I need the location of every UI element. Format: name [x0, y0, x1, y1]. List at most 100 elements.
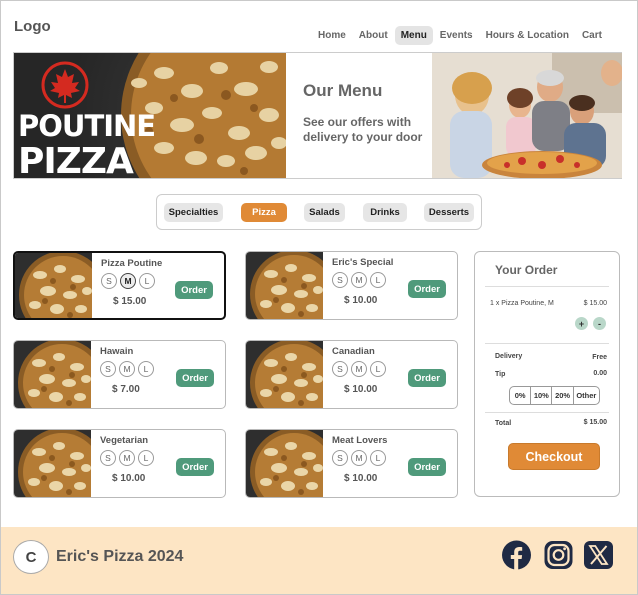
hero-subtitle: See our offers with delivery to your doo… — [303, 115, 423, 144]
nav-about[interactable]: About — [353, 26, 394, 45]
nav-menu[interactable]: Menu — [394, 25, 433, 45]
main-nav: Home About Menu Events Hours & Location … — [312, 25, 609, 45]
site-logo[interactable]: Logo — [14, 18, 51, 35]
checkout-button[interactable]: Checkout — [508, 443, 600, 470]
order-line-item: 1 x Pizza Poutine, M — [490, 300, 554, 307]
pizza-thumbnail — [15, 253, 92, 318]
size-option-l[interactable]: L — [138, 361, 154, 377]
size-option-m[interactable]: M — [120, 273, 136, 289]
order-divider — [485, 343, 609, 344]
family-photo — [432, 53, 622, 178]
size-selector: S M L — [101, 273, 158, 289]
menu-item-name: Vegetarian — [100, 435, 149, 446]
menu-item-price: $ 15.00 — [113, 296, 147, 307]
nav-cart[interactable]: Cart — [576, 26, 608, 45]
size-option-m[interactable]: M — [119, 361, 135, 377]
size-option-l[interactable]: L — [370, 272, 386, 288]
size-option-m[interactable]: M — [351, 450, 367, 466]
tip-option-20[interactable]: 20% — [552, 387, 574, 404]
order-button[interactable]: Order — [175, 281, 213, 299]
order-button[interactable]: Order — [176, 458, 214, 476]
brand-word-pizza: PIZZA — [18, 141, 134, 178]
tip-option-other[interactable]: Other — [574, 387, 599, 404]
maple-leaf-logo-icon — [41, 61, 89, 109]
total-value: $ 15.00 — [583, 419, 607, 426]
hero-banner: POUTINE PIZZA Our Menu See our offers wi… — [13, 52, 622, 179]
menu-item-price: $ 10.00 — [344, 473, 378, 484]
size-option-m[interactable]: M — [119, 450, 135, 466]
menu-item-price: $ 10.00 — [344, 295, 378, 306]
order-divider — [485, 286, 609, 287]
footer-logo[interactable]: C — [13, 540, 49, 574]
size-option-s[interactable]: S — [332, 450, 348, 466]
menu-item-price: $ 10.00 — [112, 473, 146, 484]
order-button[interactable]: Order — [408, 458, 446, 476]
order-button[interactable]: Order — [408, 280, 446, 298]
menu-item-name: Canadian — [332, 346, 375, 357]
brand-word-poutine: POUTINE — [18, 109, 156, 143]
tip-selector: 0% 10% 20% Other — [509, 386, 600, 405]
hero-title: Our Menu — [303, 81, 383, 100]
tab-specialties[interactable]: Specialties — [164, 203, 223, 222]
menu-card[interactable]: Vegetarian S M L $ 10.00 Order — [13, 429, 226, 498]
footer-copyright: Eric's Pizza 2024 — [56, 548, 184, 565]
menu-card[interactable]: Meat Lovers S M L $ 10.00 Order — [245, 429, 458, 498]
order-line-price: $ 15.00 — [583, 300, 607, 307]
menu-item-name: Meat Lovers — [332, 435, 388, 446]
tab-salads[interactable]: Salads — [304, 203, 345, 222]
family-eating-pizza-image — [432, 53, 622, 178]
tab-desserts[interactable]: Desserts — [424, 203, 474, 222]
size-option-m[interactable]: M — [351, 272, 367, 288]
instagram-icon[interactable] — [543, 540, 574, 570]
x-icon[interactable] — [583, 540, 614, 570]
tip-option-10[interactable]: 10% — [531, 387, 553, 404]
nav-events[interactable]: Events — [434, 26, 479, 45]
order-button[interactable]: Order — [408, 369, 446, 387]
facebook-icon[interactable] — [501, 540, 532, 570]
menu-item-price: $ 7.00 — [112, 384, 140, 395]
menu-item-name: Eric's Special — [332, 257, 394, 268]
pizza-thumbnail — [246, 252, 323, 319]
delivery-value: Free — [592, 354, 607, 361]
total-label: Total — [495, 420, 512, 427]
size-option-l[interactable]: L — [370, 450, 386, 466]
pizza-thumbnail — [14, 341, 91, 408]
nav-home[interactable]: Home — [312, 26, 352, 45]
tip-label: Tip — [495, 371, 506, 378]
menu-card[interactable]: Eric's Special S M L $ 10.00 Order — [245, 251, 458, 320]
pizza-thumbnail — [246, 341, 323, 408]
menu-item-name: Pizza Poutine — [101, 258, 163, 269]
size-option-s[interactable]: S — [101, 273, 117, 289]
tab-drinks[interactable]: Drinks — [363, 203, 407, 222]
menu-card[interactable]: Hawain S M L $ 7.00 Order — [13, 340, 226, 409]
pizza-thumbnail — [14, 430, 91, 497]
size-option-s[interactable]: S — [332, 272, 348, 288]
size-option-l[interactable]: L — [138, 450, 154, 466]
delivery-label: Delivery — [495, 353, 523, 360]
footer: C Eric's Pizza 2024 — [1, 527, 637, 594]
size-option-s[interactable]: S — [100, 361, 116, 377]
size-selector: S M L — [332, 450, 389, 466]
tab-pizza[interactable]: Pizza — [241, 203, 287, 222]
menu-card[interactable]: Canadian S M L $ 10.00 Order — [245, 340, 458, 409]
menu-item-name: Hawain — [100, 346, 134, 357]
size-option-s[interactable]: S — [332, 361, 348, 377]
size-option-m[interactable]: M — [351, 361, 367, 377]
size-option-s[interactable]: S — [100, 450, 116, 466]
size-selector: S M L — [100, 361, 157, 377]
category-tabs: Specialties Pizza Salads Drinks Desserts — [156, 194, 482, 230]
decrease-quantity-button[interactable]: - — [593, 317, 606, 330]
poutine-pizza-banner-image: POUTINE PIZZA — [14, 53, 286, 178]
order-button[interactable]: Order — [176, 369, 214, 387]
size-option-l[interactable]: L — [139, 273, 155, 289]
tip-value: 0.00 — [593, 370, 607, 377]
size-selector: S M L — [100, 450, 157, 466]
order-divider — [485, 412, 609, 413]
tip-option-0[interactable]: 0% — [510, 387, 532, 404]
order-title: Your Order — [495, 263, 558, 277]
size-option-l[interactable]: L — [370, 361, 386, 377]
size-selector: S M L — [332, 272, 389, 288]
increase-quantity-button[interactable]: + — [575, 317, 588, 330]
menu-card[interactable]: Pizza Poutine S M L $ 15.00 Order — [13, 251, 226, 320]
nav-hours-location[interactable]: Hours & Location — [480, 26, 575, 45]
